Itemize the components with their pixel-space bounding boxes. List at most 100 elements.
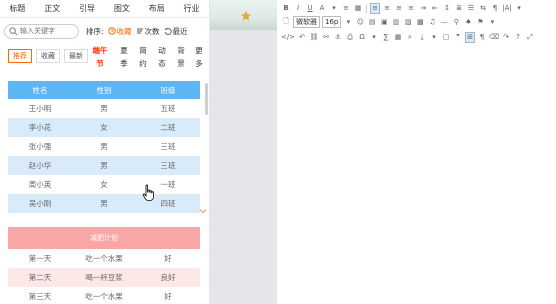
sort-by-favorites[interactable]: 收藏 [107, 26, 132, 37]
gallery-icon[interactable]: ▨ [403, 17, 413, 28]
help-icon[interactable]: ? [513, 32, 523, 43]
indent-icon[interactable]: ⇥ [418, 3, 428, 14]
table-cell: 第三天 [28, 292, 52, 301]
tab-title[interactable]: 标题 [0, 3, 35, 14]
template-panel: 标题 正文 引导 图文 布局 行业 排序: 收藏 次数 最近 推荐 收藏 最新 … [0, 0, 210, 304]
search-replace-icon[interactable]: ⌕ [405, 32, 415, 43]
line-height-icon[interactable]: ↕ [442, 3, 452, 14]
chevron-down-icon[interactable]: ▾ [343, 17, 353, 28]
table-cell: 女 [100, 123, 108, 132]
unordered-list-icon[interactable]: ☰ [466, 3, 476, 14]
undo-icon[interactable]: ↶ [297, 32, 307, 43]
chevron-down-icon[interactable]: ▾ [487, 17, 497, 28]
ordered-list-icon[interactable]: ≣ [454, 3, 464, 14]
category-summer-suffix[interactable]: 季 [120, 57, 128, 70]
print-icon[interactable]: ⎙ [345, 32, 355, 43]
insert-paragraph-icon[interactable]: ¶ [477, 32, 487, 43]
unlink-icon[interactable]: ⚯ [321, 32, 331, 43]
search-icon[interactable] [9, 26, 18, 36]
font-color-icon[interactable]: A [317, 3, 327, 14]
filter-recommended-button[interactable]: 推荐 [8, 49, 32, 63]
category-background[interactable]: 背 [177, 44, 185, 57]
horizontal-rule-icon[interactable]: — [439, 17, 449, 28]
category-simple[interactable]: 简 [139, 44, 147, 57]
new-document-icon[interactable]: 🗋 [281, 17, 291, 28]
redo-icon[interactable]: ↷ [501, 32, 511, 43]
special-chars-icon[interactable]: Ω [357, 32, 367, 43]
text-direction-icon[interactable]: ⇆ [478, 3, 488, 14]
align-center-icon[interactable]: ≡ [382, 3, 392, 14]
category-background-suffix[interactable]: 景 [177, 57, 185, 70]
sort-by-recent[interactable]: 最近 [164, 26, 188, 37]
panel-scrollbar[interactable] [205, 83, 208, 115]
align-right-icon[interactable]: ≡ [394, 3, 404, 14]
chevron-down-icon[interactable]: ▾ [369, 32, 379, 43]
align-left-icon[interactable]: ≡ [370, 2, 380, 14]
table-row: 张小强 男 三班 [8, 137, 200, 156]
link-icon[interactable]: ⛓ [309, 32, 319, 43]
hand-pointer-icon [142, 184, 154, 201]
font-size-select[interactable]: 16p [322, 16, 342, 28]
category-summer[interactable]: 夏 [120, 44, 128, 57]
italic-icon[interactable]: I [293, 3, 303, 14]
music-icon[interactable]: ♫ [427, 17, 437, 28]
chevron-down-icon[interactable]: ▾ [329, 3, 339, 14]
table-cell: 张小强 [28, 142, 52, 151]
chevron-down-icon[interactable]: ▾ [429, 32, 439, 43]
video-icon[interactable]: ▩ [415, 17, 425, 28]
page-break-icon[interactable]: ⤓ [417, 32, 427, 43]
filter-favorites-button[interactable]: 收藏 [36, 49, 60, 63]
table-cell: 二班 [160, 123, 176, 132]
student-table-template[interactable]: 姓名 性别 班级 王小明 男 五班 李小花 女 二班 张小强 男 三班 赵小华 … [8, 81, 200, 213]
tab-image-text[interactable]: 图文 [104, 3, 139, 14]
fullscreen-icon[interactable]: ⤢ [525, 32, 535, 43]
align-justify-icon[interactable]: ≡ [406, 3, 416, 14]
category-animated[interactable]: 动 [158, 44, 166, 57]
bookmark-icon[interactable]: ⚑ [475, 17, 485, 28]
category-simple-suffix[interactable]: 约 [139, 57, 147, 70]
sort-label: 排序: [86, 26, 104, 36]
search-input[interactable] [20, 27, 75, 35]
sort-by-count[interactable]: 次数 [136, 26, 160, 37]
emoji-icon[interactable]: ☺ [355, 17, 365, 28]
anchor-icon[interactable]: ⚓ [333, 32, 343, 43]
table-icon[interactable]: ▦ [353, 3, 363, 14]
date-icon[interactable]: ▦ [393, 32, 403, 43]
font-family-select[interactable]: 微软雅 [293, 16, 320, 28]
bold-icon[interactable]: B [281, 3, 291, 14]
diet-plan-table-template[interactable]: 减肥计划 第一天 吃一个水果 好 第二天 喝一杯豆浆 良好 第三天 吃一个水果 … [8, 227, 200, 304]
filter-latest-button[interactable]: 最新 [64, 49, 88, 63]
category-dragon-boat[interactable]: 端午 [92, 44, 108, 57]
tab-body[interactable]: 正文 [35, 3, 70, 14]
clear-format-icon[interactable]: ⌫ [489, 32, 499, 43]
table-cell: 三班 [160, 161, 176, 170]
sort-recent-label: 最近 [172, 26, 188, 36]
category-animated-suffix[interactable]: 态 [158, 57, 166, 70]
chevron-down-icon[interactable]: ▾ [514, 3, 524, 14]
column-header-name: 姓名 [32, 85, 48, 95]
paragraph-icon[interactable]: ¶ [490, 3, 500, 14]
insert-table-icon[interactable]: ▤ [367, 17, 377, 28]
insert-image-icon[interactable]: ▣ [379, 17, 389, 28]
tab-layout[interactable]: 布局 [139, 3, 174, 14]
select-all-icon[interactable]: ▢ [441, 32, 451, 43]
table-cell: 第二天 [28, 273, 52, 282]
sort-icon[interactable]: ≡ [341, 3, 351, 14]
format-painter-icon[interactable]: ♠ [463, 17, 473, 28]
letter-spacing-icon[interactable]: |A| [502, 3, 512, 14]
underline-icon[interactable]: U [305, 3, 315, 14]
tab-guide[interactable]: 引导 [70, 3, 105, 14]
html-source-icon[interactable]: </> [281, 32, 295, 43]
attachment-icon[interactable]: ▥ [391, 17, 401, 28]
map-pin-icon[interactable]: ⚲ [451, 17, 461, 28]
blockquote-icon[interactable]: ❞ [453, 32, 463, 43]
formula-icon[interactable]: ∑ [381, 32, 391, 43]
category-more-suffix[interactable]: 多 [195, 57, 203, 70]
outdent-icon[interactable]: ⇤ [430, 3, 440, 14]
tab-industry[interactable]: 行业 [174, 3, 209, 14]
preview-icon[interactable]: ⊞ [465, 31, 475, 43]
category-dragon-boat-suffix[interactable]: 节 [96, 57, 104, 70]
category-more[interactable]: 更 [195, 44, 203, 57]
chevron-down-icon[interactable] [198, 206, 208, 216]
filter-row: 推荐 收藏 最新 端午 节 夏 季 简 约 动 态 背 景 更 多 [8, 44, 208, 76]
